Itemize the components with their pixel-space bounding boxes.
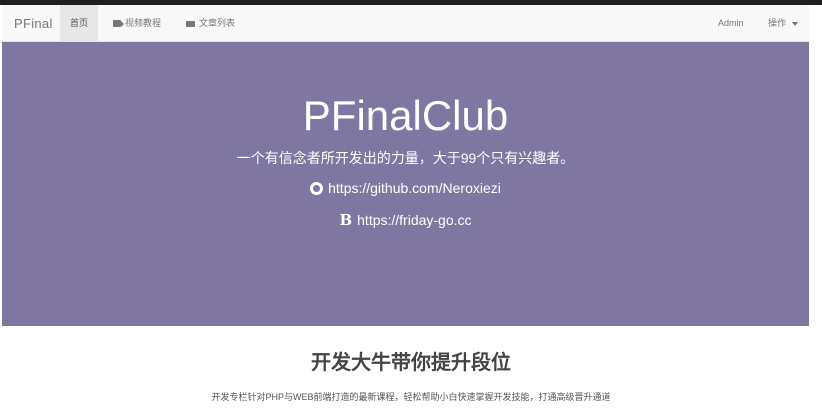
website-link[interactable]: B https://friday-go.cc bbox=[2, 210, 809, 230]
nav-item-home[interactable]: 首页 bbox=[60, 5, 99, 42]
nav-item-articles[interactable]: 文章列表 bbox=[176, 5, 245, 42]
video-icon bbox=[113, 20, 124, 27]
nav-item-home-label: 首页 bbox=[70, 18, 89, 28]
nav-item-videos-label: 视频教程 bbox=[125, 18, 162, 28]
nav-item-videos[interactable]: 视频教程 bbox=[103, 5, 171, 42]
website-url: https://friday-go.cc bbox=[357, 212, 472, 228]
nav-item-articles-label: 文章列表 bbox=[199, 18, 236, 28]
hero-title: PFinalClub bbox=[302, 92, 509, 139]
nav-actions-dropdown[interactable]: 操作 bbox=[758, 5, 808, 42]
bold-b-icon: B bbox=[339, 211, 353, 229]
chevron-down-icon bbox=[792, 21, 799, 26]
github-link[interactable]: https://github.com/Neroxiezi bbox=[2, 178, 809, 198]
nav-actions-label: 操作 bbox=[768, 18, 787, 28]
hero-subtitle: 一个有信念者所开发出的力量，大于99个只有兴趣者。 bbox=[236, 150, 575, 166]
github-icon bbox=[310, 181, 324, 195]
nav-user-admin[interactable]: Admin bbox=[708, 5, 754, 42]
nav-user-label: Admin bbox=[718, 18, 744, 28]
github-url: https://github.com/Neroxiezi bbox=[328, 180, 501, 196]
section-title: 开发大牛带你提升段位 bbox=[311, 352, 511, 374]
top-navbar: PFinal 首页 视频教程 文章列表 Admin 操作 bbox=[2, 5, 809, 42]
section-description: 开发专栏针对PHP与WEB前端打造的最新课程，轻松帮助小白快速掌握开发技能，打通… bbox=[211, 392, 611, 402]
list-icon bbox=[186, 20, 195, 27]
brand-logo[interactable]: PFinal bbox=[14, 5, 53, 42]
hero-banner: PFinalClub 一个有信念者所开发出的力量，大于99个只有兴趣者。 htt… bbox=[2, 42, 809, 326]
scrollbar-gutter bbox=[809, 5, 822, 416]
